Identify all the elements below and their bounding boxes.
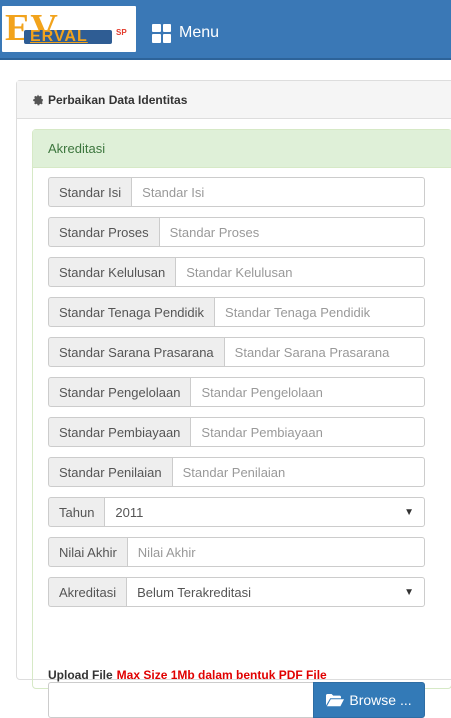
field-label: Standar Penilaian [48,457,172,487]
folder-open-icon [326,694,345,707]
standar-pembiayaan-group: Standar Pembiayaan [48,417,425,447]
field-label: Standar Pembiayaan [48,417,191,447]
akreditasi-select[interactable]: Belum Terakreditasi ▼ [126,577,425,607]
caret-down-icon: ▼ [404,506,414,518]
tahun-group: Tahun 2011 ▼ [48,497,425,527]
standar-isi-input[interactable] [131,177,425,207]
panel-heading: Perbaikan Data Identitas [17,81,451,119]
tahun-select[interactable]: 2011 ▼ [104,497,425,527]
field-label: Standar Kelulusan [48,257,176,287]
gear-icon [33,94,43,105]
top-navbar: EV ERVAL SP Menu [0,0,451,60]
section-heading: Akreditasi [33,130,451,168]
field-label: Standar Proses [48,217,159,247]
menu-label: Menu [179,24,220,41]
upload-title: Upload File [48,668,113,682]
field-label: Standar Tenaga Pendidik [48,297,215,327]
upload-label: Upload File Max Size 1Mb dalam bentuk PDF… [48,668,327,682]
logo-word: ERVAL [30,28,88,45]
upload-group: Browse ... [48,682,425,718]
identity-panel: Perbaikan Data Identitas Akreditasi Stan… [16,80,451,718]
field-label: Akreditasi [48,577,127,607]
browse-label: Browse ... [349,692,412,708]
standar-tenaga-pendidik-group: Standar Tenaga Pendidik [48,297,425,327]
nilai-akhir-input[interactable] [126,537,425,567]
akreditasi-value: Belum Terakreditasi [137,584,251,600]
standar-sarana-prasarana-group: Standar Sarana Prasarana [48,337,425,367]
menu-button[interactable]: Menu [152,22,219,44]
field-label: Standar Sarana Prasarana [48,337,224,367]
grid-menu-icon [152,23,171,43]
panel-title: Perbaikan Data Identitas [48,92,188,107]
akreditasi-section: Akreditasi Standar Isi Standar Proses St… [32,129,451,718]
standar-isi-group: Standar Isi [48,177,425,207]
tahun-value: 2011 [115,504,144,520]
upload-warning: Max Size 1Mb dalam bentuk PDF File [116,668,327,682]
standar-pembiayaan-input[interactable] [190,417,425,447]
standar-pengelolaan-group: Standar Pengelolaan [48,377,425,407]
field-label: Standar Pengelolaan [48,377,191,407]
akreditasi-group: Akreditasi Belum Terakreditasi ▼ [48,577,425,607]
nilai-akhir-group: Nilai Akhir [48,537,425,567]
standar-penilaian-group: Standar Penilaian [48,457,425,487]
caret-down-icon: ▼ [404,586,414,598]
standar-proses-input[interactable] [158,217,425,247]
standar-kelulusan-input[interactable] [175,257,425,287]
standar-pengelolaan-input[interactable] [190,377,425,407]
standar-kelulusan-group: Standar Kelulusan [48,257,425,287]
standar-sarana-prasarana-input[interactable] [223,337,425,367]
field-label: Nilai Akhir [48,537,127,567]
everval-logo[interactable]: EV ERVAL SP [2,6,136,52]
field-label: Standar Isi [48,177,132,207]
logo-suffix: SP [116,28,127,37]
standar-tenaga-pendidik-input[interactable] [214,297,425,327]
standar-penilaian-input[interactable] [171,457,425,487]
upload-filename-field[interactable] [48,682,313,718]
browse-button[interactable]: Browse ... [313,682,425,718]
standar-proses-group: Standar Proses [48,217,425,247]
field-label: Tahun [48,497,105,527]
